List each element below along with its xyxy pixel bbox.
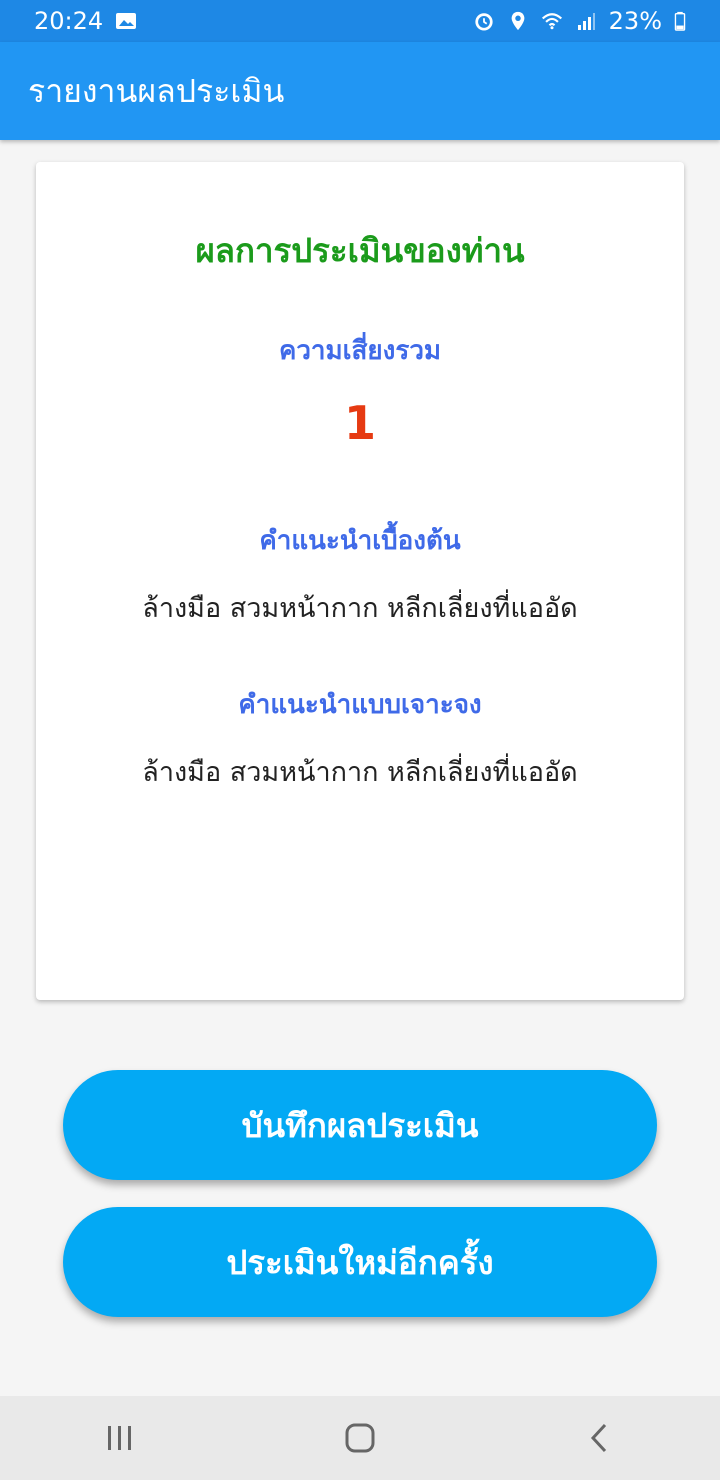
basic-advice-text: ล้างมือ สวมหน้ากาก หลีกเลี่ยงที่แออัด bbox=[142, 593, 578, 624]
risk-label: ความเสี่ยงรวม bbox=[278, 336, 442, 366]
recent-apps-button[interactable] bbox=[80, 1408, 160, 1468]
recent-apps-icon bbox=[108, 1426, 131, 1450]
save-result-button[interactable]: บันทึกผลประเมิน bbox=[63, 1070, 657, 1180]
back-icon bbox=[590, 1423, 607, 1453]
page-title: รายงานผลประเมิน bbox=[28, 71, 285, 110]
risk-value: 1 bbox=[343, 396, 376, 450]
status-right: 23% bbox=[473, 7, 686, 35]
location-icon bbox=[511, 11, 525, 31]
image-icon bbox=[116, 13, 137, 29]
home-button[interactable] bbox=[320, 1408, 400, 1468]
reassess-button[interactable]: ประเมินใหม่อีกครั้ง bbox=[63, 1207, 657, 1317]
alarm-icon bbox=[475, 13, 493, 31]
navigation-bar bbox=[0, 1396, 720, 1480]
status-bar: 20:24 23% bbox=[0, 0, 720, 42]
battery-icon bbox=[674, 11, 686, 31]
home-icon bbox=[345, 1423, 375, 1453]
status-left: 20:24 bbox=[34, 7, 137, 35]
result-heading: ผลการประเมินของท่าน bbox=[195, 231, 525, 270]
specific-advice-text: ล้างมือ สวมหน้ากาก หลีกเลี่ยงที่แออัด bbox=[142, 757, 578, 788]
signal-icon bbox=[577, 13, 595, 30]
status-time: 20:24 bbox=[34, 7, 104, 35]
app-bar: รายงานผลประเมิน bbox=[0, 42, 720, 140]
basic-advice-label: คำแนะนำเบื้องต้น bbox=[259, 526, 461, 556]
result-card: ผลการประเมินของท่าน ความเสี่ยงรวม 1 คำแน… bbox=[36, 162, 684, 1000]
wifi-icon bbox=[541, 13, 562, 30]
specific-advice-label: คำแนะนำแบบเจาะจง bbox=[238, 690, 482, 720]
back-button[interactable] bbox=[560, 1408, 640, 1468]
battery-percent: 23% bbox=[608, 7, 662, 35]
